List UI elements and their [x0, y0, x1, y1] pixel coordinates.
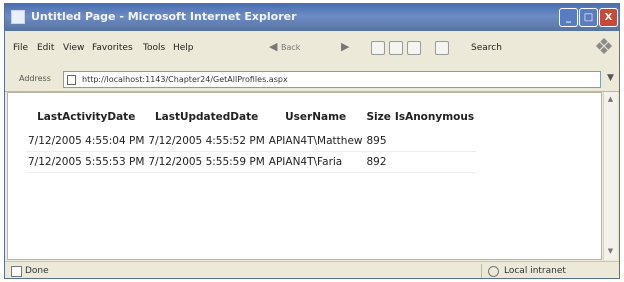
cell-username: APIAN4T\Faria [266, 151, 365, 173]
header-size: Size [366, 111, 391, 123]
table-header-row: LastActivityDate LastUpdatedDate UserNam… [26, 111, 476, 131]
scroll-up-icon[interactable]: ▲ [605, 94, 616, 105]
menu-favorites[interactable]: Favorites [92, 43, 133, 53]
header-username: UserName [285, 111, 347, 123]
title-bar: Untitled Page - Microsoft Internet Explo… [5, 4, 619, 31]
table-row: 7/12/2005 4:55:04 PM 7/12/2005 4:55:52 P… [26, 131, 477, 152]
home-icon[interactable] [407, 41, 421, 55]
maximize-button[interactable]: □ [579, 8, 598, 27]
address-url: http://localhost:1143/Chapter24/GetAllPr… [82, 75, 288, 84]
cell-size: 892 [364, 151, 393, 173]
security-zone: Local intranet [481, 264, 601, 278]
menu-tools[interactable]: Tools [143, 43, 165, 53]
menu-help[interactable]: Help [173, 43, 194, 53]
vertical-scrollbar[interactable]: ▲ ▼ [603, 92, 617, 260]
cell-lastupdateddate: 7/12/2005 5:55:59 PM [146, 151, 267, 173]
page-icon [67, 75, 76, 85]
cell-lastupdateddate: 7/12/2005 4:55:52 PM [146, 131, 267, 152]
forward-button[interactable]: ▶ [341, 40, 349, 56]
cell-isanonymous [392, 131, 477, 152]
status-text: Done [25, 266, 49, 276]
menu-and-toolbar: File Edit View Favorites Tools Help ◀ Ba… [5, 31, 619, 70]
done-page-icon [11, 266, 22, 277]
stop-icon[interactable] [371, 41, 385, 55]
table-row: 7/12/2005 5:55:53 PM 7/12/2005 5:55:59 P… [26, 151, 477, 173]
windows-logo-icon: ❖ [594, 35, 614, 60]
forward-arrow-icon: ▶ [341, 40, 350, 53]
minimize-button[interactable]: _ [559, 8, 578, 27]
intranet-globe-icon [488, 266, 499, 277]
cell-isanonymous [392, 151, 477, 173]
header-lastactivitydate: LastActivityDate [37, 111, 136, 123]
header-isanonymous: IsAnonymous [394, 111, 475, 123]
address-dropdown-icon[interactable]: ▼ [607, 73, 614, 83]
profiles-table: LastActivityDate LastUpdatedDate UserNam… [26, 111, 477, 173]
address-bar: Address http://localhost:1143/Chapter24/… [5, 69, 619, 92]
back-label: Back [280, 43, 301, 52]
status-bar: Done Local intranet [5, 261, 619, 278]
menu-view[interactable]: View [63, 43, 84, 53]
cell-lastactivitydate: 7/12/2005 4:55:04 PM [26, 131, 147, 152]
header-lastupdateddate: LastUpdatedDate [154, 111, 259, 123]
ie-page-icon [11, 10, 25, 24]
zone-label: Local intranet [504, 266, 566, 276]
page-content: LastActivityDate LastUpdatedDate UserNam… [7, 92, 602, 260]
back-button[interactable]: ◀ Back [269, 40, 300, 56]
cell-size: 895 [364, 131, 393, 152]
menu-edit[interactable]: Edit [37, 43, 54, 53]
menu-file[interactable]: File [13, 43, 28, 53]
back-arrow-icon: ◀ [269, 40, 278, 53]
address-input[interactable]: http://localhost:1143/Chapter24/GetAllPr… [63, 71, 601, 88]
address-label: Address [19, 74, 51, 83]
cell-lastactivitydate: 7/12/2005 5:55:53 PM [26, 151, 147, 173]
refresh-icon[interactable] [389, 41, 403, 55]
browser-window: Untitled Page - Microsoft Internet Explo… [4, 3, 620, 279]
window-title: Untitled Page - Microsoft Internet Explo… [31, 10, 297, 23]
cell-username: APIAN4T\Matthew [266, 131, 365, 152]
search-button-label[interactable]: Search [471, 43, 502, 53]
search-toolbar-icon[interactable] [435, 41, 449, 55]
close-button[interactable]: X [599, 8, 618, 27]
scroll-down-icon[interactable]: ▼ [605, 246, 616, 257]
